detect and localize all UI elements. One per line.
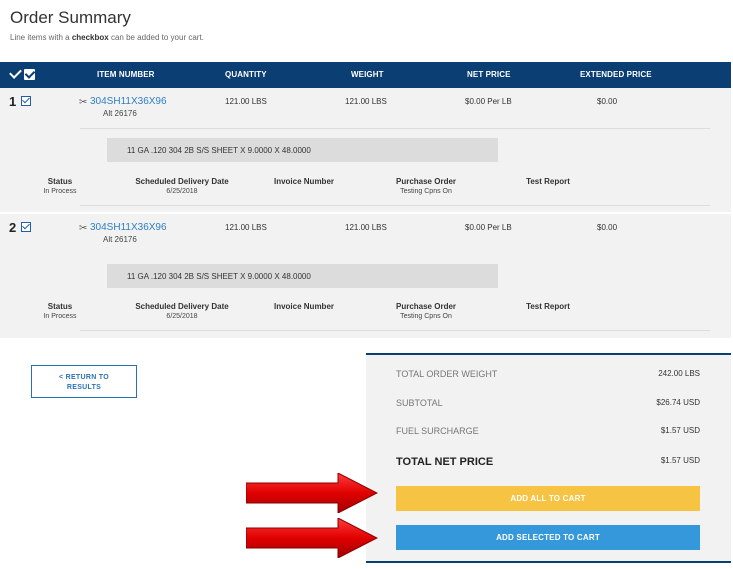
item-number-link[interactable]: 304SH11X36X96 xyxy=(90,96,167,107)
arrow-right-icon xyxy=(246,473,378,513)
table-header: ITEM NUMBER QUANTITY WEIGHT NET PRICE EX… xyxy=(0,62,731,88)
item-description: 11 GA .120 304 2B S/S SHEET X 9.0000 X 4… xyxy=(107,138,498,162)
line-number: 2 xyxy=(9,220,17,235)
total-weight-label: TOTAL ORDER WEIGHT xyxy=(396,369,498,379)
item-net-price: $0.00 Per LB xyxy=(465,97,512,106)
page-title: Order Summary xyxy=(10,8,131,27)
purchase-order-label: Purchase Order xyxy=(395,177,457,186)
return-to-results-button[interactable]: < RETURN TO RESULTS xyxy=(31,365,137,398)
return-button-line2: RESULTS xyxy=(66,384,102,391)
purchase-order-value: Testing Cpns On xyxy=(400,313,452,320)
line-number: 1 xyxy=(9,94,17,109)
divider xyxy=(80,330,710,331)
add-all-to-cart-button[interactable]: ADD ALL TO CART xyxy=(396,486,700,511)
col-net-price: NET PRICE xyxy=(467,70,511,79)
subtotal-row: SUBTOTAL $26.74 USD xyxy=(396,398,700,408)
invoice-number-label: Invoice Number xyxy=(273,177,334,186)
delivery-date-label: Scheduled Delivery Date xyxy=(135,177,229,186)
item-quantity: 121.00 LBS xyxy=(225,223,267,232)
line-item-2: 2 ✂ 304SH11X36X96 Alt 26176 121.00 LBS 1… xyxy=(0,214,731,338)
item-extended-price: $0.00 xyxy=(597,223,618,232)
test-report-label: Test Report xyxy=(526,177,570,186)
return-button-line1: < RETURN TO xyxy=(58,374,110,381)
check-all-icon[interactable] xyxy=(9,68,21,80)
purchase-order-label: Purchase Order xyxy=(395,302,457,311)
scissors-icon[interactable]: ✂ xyxy=(79,223,87,234)
divider xyxy=(80,205,710,206)
status-value: In Process xyxy=(43,188,77,195)
subtotal-label: SUBTOTAL xyxy=(396,398,443,408)
delivery-date-value: 6/25/2018 xyxy=(166,313,198,320)
item-net-price: $0.00 Per LB xyxy=(465,223,512,232)
scissors-icon[interactable]: ✂ xyxy=(79,97,87,108)
item-description: 11 GA .120 304 2B S/S SHEET X 9.0000 X 4… xyxy=(107,264,498,288)
status-label: Status xyxy=(47,177,73,186)
fuel-surcharge-row: FUEL SURCHARGE $1.57 USD xyxy=(396,426,700,436)
col-item-number: ITEM NUMBER xyxy=(97,70,155,79)
item-alt: Alt 26176 xyxy=(103,235,137,244)
line-checkbox[interactable] xyxy=(21,96,31,106)
item-alt: Alt 26176 xyxy=(103,109,137,118)
add-selected-to-cart-button[interactable]: ADD SELECTED TO CART xyxy=(396,525,700,550)
header-checks xyxy=(9,68,35,80)
fuel-surcharge-value: $1.57 USD xyxy=(660,426,700,435)
item-extended-price: $0.00 xyxy=(597,97,618,106)
subtitle-text-pre: Line items with a xyxy=(10,33,72,42)
total-weight-value: 242.00 LBS xyxy=(658,369,700,378)
item-number-link[interactable]: 304SH11X36X96 xyxy=(90,222,167,233)
fuel-surcharge-label: FUEL SURCHARGE xyxy=(396,426,479,436)
invoice-number-label: Invoice Number xyxy=(273,302,334,311)
subtotal-value: $26.74 USD xyxy=(656,398,700,407)
total-order-weight-row: TOTAL ORDER WEIGHT 242.00 LBS xyxy=(396,369,700,379)
col-extended-price: EXTENDED PRICE xyxy=(580,70,652,79)
delivery-date-value: 6/25/2018 xyxy=(166,188,198,195)
purchase-order-value: Testing Cpns On xyxy=(400,188,452,195)
status-label: Status xyxy=(47,302,73,311)
subtitle-text-post: can be added to your cart. xyxy=(108,33,204,42)
subtitle-text-bold: checkbox xyxy=(71,33,109,42)
total-net-price-value: $1.57 USD xyxy=(660,456,700,465)
delivery-date-label: Scheduled Delivery Date xyxy=(135,302,229,311)
total-net-price-label: TOTAL NET PRICE xyxy=(396,456,494,468)
line-item-1: 1 ✂ 304SH11X36X96 Alt 26176 121.00 LBS 1… xyxy=(0,88,731,212)
divider xyxy=(80,128,710,129)
item-weight: 121.00 LBS xyxy=(345,97,387,106)
item-quantity: 121.00 LBS xyxy=(225,97,267,106)
status-value: In Process xyxy=(43,313,77,320)
page-subtitle: Line items with a checkbox can be added … xyxy=(10,33,204,42)
item-weight: 121.00 LBS xyxy=(345,223,387,232)
line-checkbox[interactable] xyxy=(21,222,31,232)
col-weight: WEIGHT xyxy=(351,70,384,79)
order-summary-panel: TOTAL ORDER WEIGHT 242.00 LBS SUBTOTAL $… xyxy=(366,353,731,563)
total-net-price-row: TOTAL NET PRICE $1.57 USD xyxy=(396,456,700,468)
select-all-checkbox[interactable] xyxy=(24,68,35,80)
arrow-right-icon xyxy=(246,518,378,558)
col-quantity: QUANTITY xyxy=(225,70,267,79)
test-report-label: Test Report xyxy=(526,302,570,311)
